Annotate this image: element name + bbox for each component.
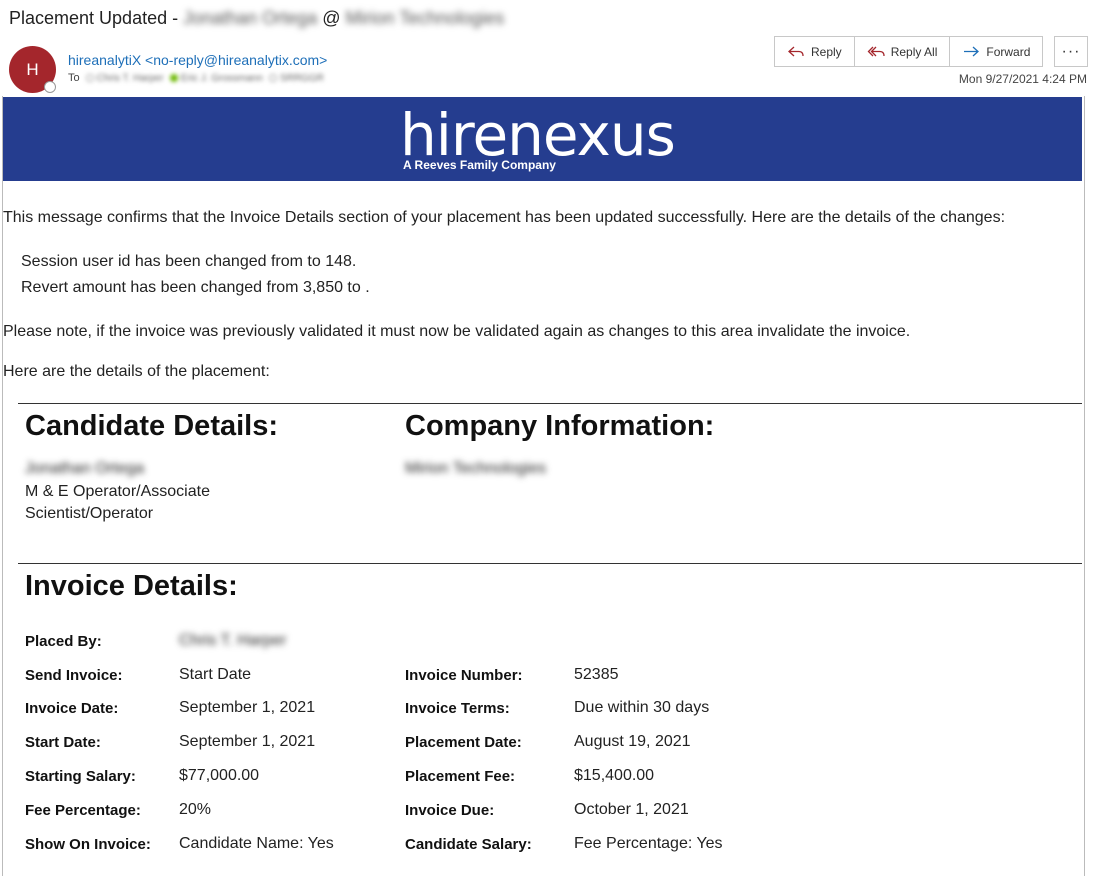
invoice-field-label: Invoice Due: — [405, 802, 495, 819]
presence-icon — [169, 74, 178, 82]
note-text: Please note, if the invoice was previous… — [3, 323, 911, 340]
presence-icon — [85, 74, 94, 82]
details-intro: Here are the details of the placement: — [3, 363, 270, 380]
presence-status-icon — [44, 81, 56, 93]
invoice-field-label: Candidate Salary: — [405, 836, 532, 853]
subject-candidate: Jonathan Ortega — [183, 8, 318, 28]
invoice-field-value: 52385 — [574, 666, 619, 683]
intro-text: This message confirms that the Invoice D… — [3, 209, 1006, 226]
recipient-name: Chris T. Harper — [96, 72, 164, 84]
invoice-field-value: October 1, 2021 — [574, 801, 689, 818]
logo-tagline: A Reeves Family Company — [403, 158, 556, 172]
invoice-field-label: Start Date: — [25, 734, 101, 751]
invoice-field-value: August 19, 2021 — [574, 733, 691, 750]
email-subject: Placement Updated - Jonathan Ortega @ Mi… — [9, 8, 504, 29]
invoice-field-label: Send Invoice: — [25, 667, 123, 684]
invoice-field-value: Due within 30 days — [574, 699, 710, 716]
divider — [18, 563, 1082, 564]
invoice-field-value: $15,400.00 — [574, 767, 655, 784]
company-heading: Company Information: — [405, 410, 715, 442]
reply-icon — [788, 46, 804, 56]
email-datetime: Mon 9/27/2021 4:24 PM — [958, 72, 1087, 86]
reply-all-icon — [867, 46, 885, 56]
invoice-field-label: Placement Date: — [405, 734, 522, 751]
invoice-field-label: Show On Invoice: — [25, 836, 151, 853]
invoice-field-value: Start Date — [179, 666, 252, 683]
invoice-field-value: Fee Percentage: Yes — [574, 835, 723, 852]
sender-address[interactable]: hireanalytiX <no-reply@hireanalytix.com> — [68, 52, 327, 68]
invoice-field-label: Fee Percentage: — [25, 802, 141, 819]
invoice-field-label: Starting Salary: — [25, 768, 136, 785]
reply-label: Reply — [811, 44, 842, 59]
forward-button[interactable]: Forward — [950, 37, 1042, 66]
recipient-chip[interactable]: SRRGGR — [268, 72, 324, 84]
invoice-heading: Invoice Details: — [25, 570, 238, 602]
placed-by-value: Chris T. Harper — [179, 632, 287, 649]
forward-arrow-icon — [964, 46, 980, 56]
invoice-field-label: Placement Fee: — [405, 768, 516, 785]
candidate-heading: Candidate Details: — [25, 410, 278, 442]
invoice-field-value: Candidate Name: Yes — [179, 835, 334, 852]
invoice-field-label: Invoice Number: — [405, 667, 523, 684]
candidate-title: M & E Operator/Associate — [25, 483, 210, 500]
recipient-chip[interactable]: Eric J. Grossmann — [169, 72, 263, 84]
invoice-field-value: 20% — [179, 801, 212, 818]
reply-all-label: Reply All — [890, 44, 938, 59]
message-actions: Reply Reply All Forward — [774, 36, 1044, 67]
invoice-field-label: Invoice Terms: — [405, 700, 510, 717]
change-line: Revert amount has been changed from 3,85… — [21, 279, 370, 296]
divider — [18, 403, 1082, 404]
forward-label: Forward — [986, 44, 1031, 59]
placed-by-label: Placed By: — [25, 633, 102, 650]
invoice-field-value: September 1, 2021 — [179, 733, 316, 750]
recipients-row: To Chris T. Harper Eric J. Grossmann SRR… — [68, 72, 324, 84]
subject-at: @ — [322, 8, 341, 28]
to-label: To — [68, 72, 80, 84]
avatar-letter: H — [26, 59, 39, 79]
recipient-name: Eric J. Grossmann — [180, 72, 263, 84]
reply-button[interactable]: Reply — [775, 37, 855, 66]
recipient-name: SRRGGR — [279, 72, 324, 84]
subject-prefix: Placement Updated - — [9, 8, 179, 28]
reply-all-button[interactable]: Reply All — [855, 37, 951, 66]
recipient-chip[interactable]: Chris T. Harper — [85, 72, 164, 84]
presence-icon — [268, 74, 277, 82]
company-name: Mirion Technologies — [405, 460, 547, 477]
candidate-name: Jonathan Ortega — [25, 460, 145, 477]
more-icon: ··· — [1061, 42, 1081, 60]
invoice-field-value: September 1, 2021 — [179, 699, 316, 716]
change-line: Session user id has been changed from to… — [21, 253, 357, 270]
candidate-title: Scientist/Operator — [25, 505, 154, 522]
invoice-field-value: $77,000.00 — [179, 767, 260, 784]
subject-company: Mirion Technologies — [345, 8, 505, 28]
invoice-field-label: Invoice Date: — [25, 700, 119, 717]
more-actions-button[interactable]: ··· — [1054, 36, 1088, 67]
